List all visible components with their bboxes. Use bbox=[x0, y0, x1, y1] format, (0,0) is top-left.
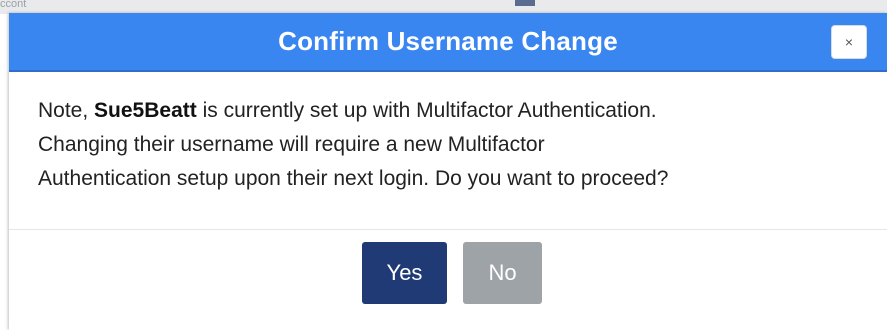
dialog-title: Confirm Username Change bbox=[278, 26, 618, 56]
username-text: Sue5Beatt bbox=[94, 99, 197, 122]
message-line-1: Note, Sue5Beatt is currently set up with… bbox=[38, 94, 867, 128]
dialog-header: Confirm Username Change × bbox=[9, 13, 887, 72]
message-line-3: Authentication setup upon their next log… bbox=[38, 167, 669, 190]
message-line-1-suffix: is currently set up with Multifactor Aut… bbox=[196, 99, 657, 122]
message-prefix: Note, bbox=[38, 99, 95, 122]
no-button-label: No bbox=[488, 260, 517, 285]
dialog-footer: Yes No bbox=[9, 230, 887, 330]
background-element bbox=[515, 0, 535, 6]
message-line-2: Changing their username will require a n… bbox=[38, 133, 545, 156]
dialog-body: Note, Sue5Beatt is currently set up with… bbox=[9, 72, 887, 230]
dialog-message: Note, Sue5Beatt is currently set up with… bbox=[38, 94, 867, 196]
confirm-username-change-dialog: Confirm Username Change × Note, Sue5Beat… bbox=[9, 13, 887, 330]
background-text: ccont bbox=[0, 0, 27, 10]
yes-button[interactable]: Yes bbox=[362, 242, 447, 304]
yes-button-label: Yes bbox=[386, 260, 423, 285]
background-page-strip: ccont bbox=[0, 0, 887, 14]
close-button[interactable]: × bbox=[831, 25, 867, 59]
no-button[interactable]: No bbox=[463, 242, 542, 304]
close-icon: × bbox=[844, 34, 854, 50]
